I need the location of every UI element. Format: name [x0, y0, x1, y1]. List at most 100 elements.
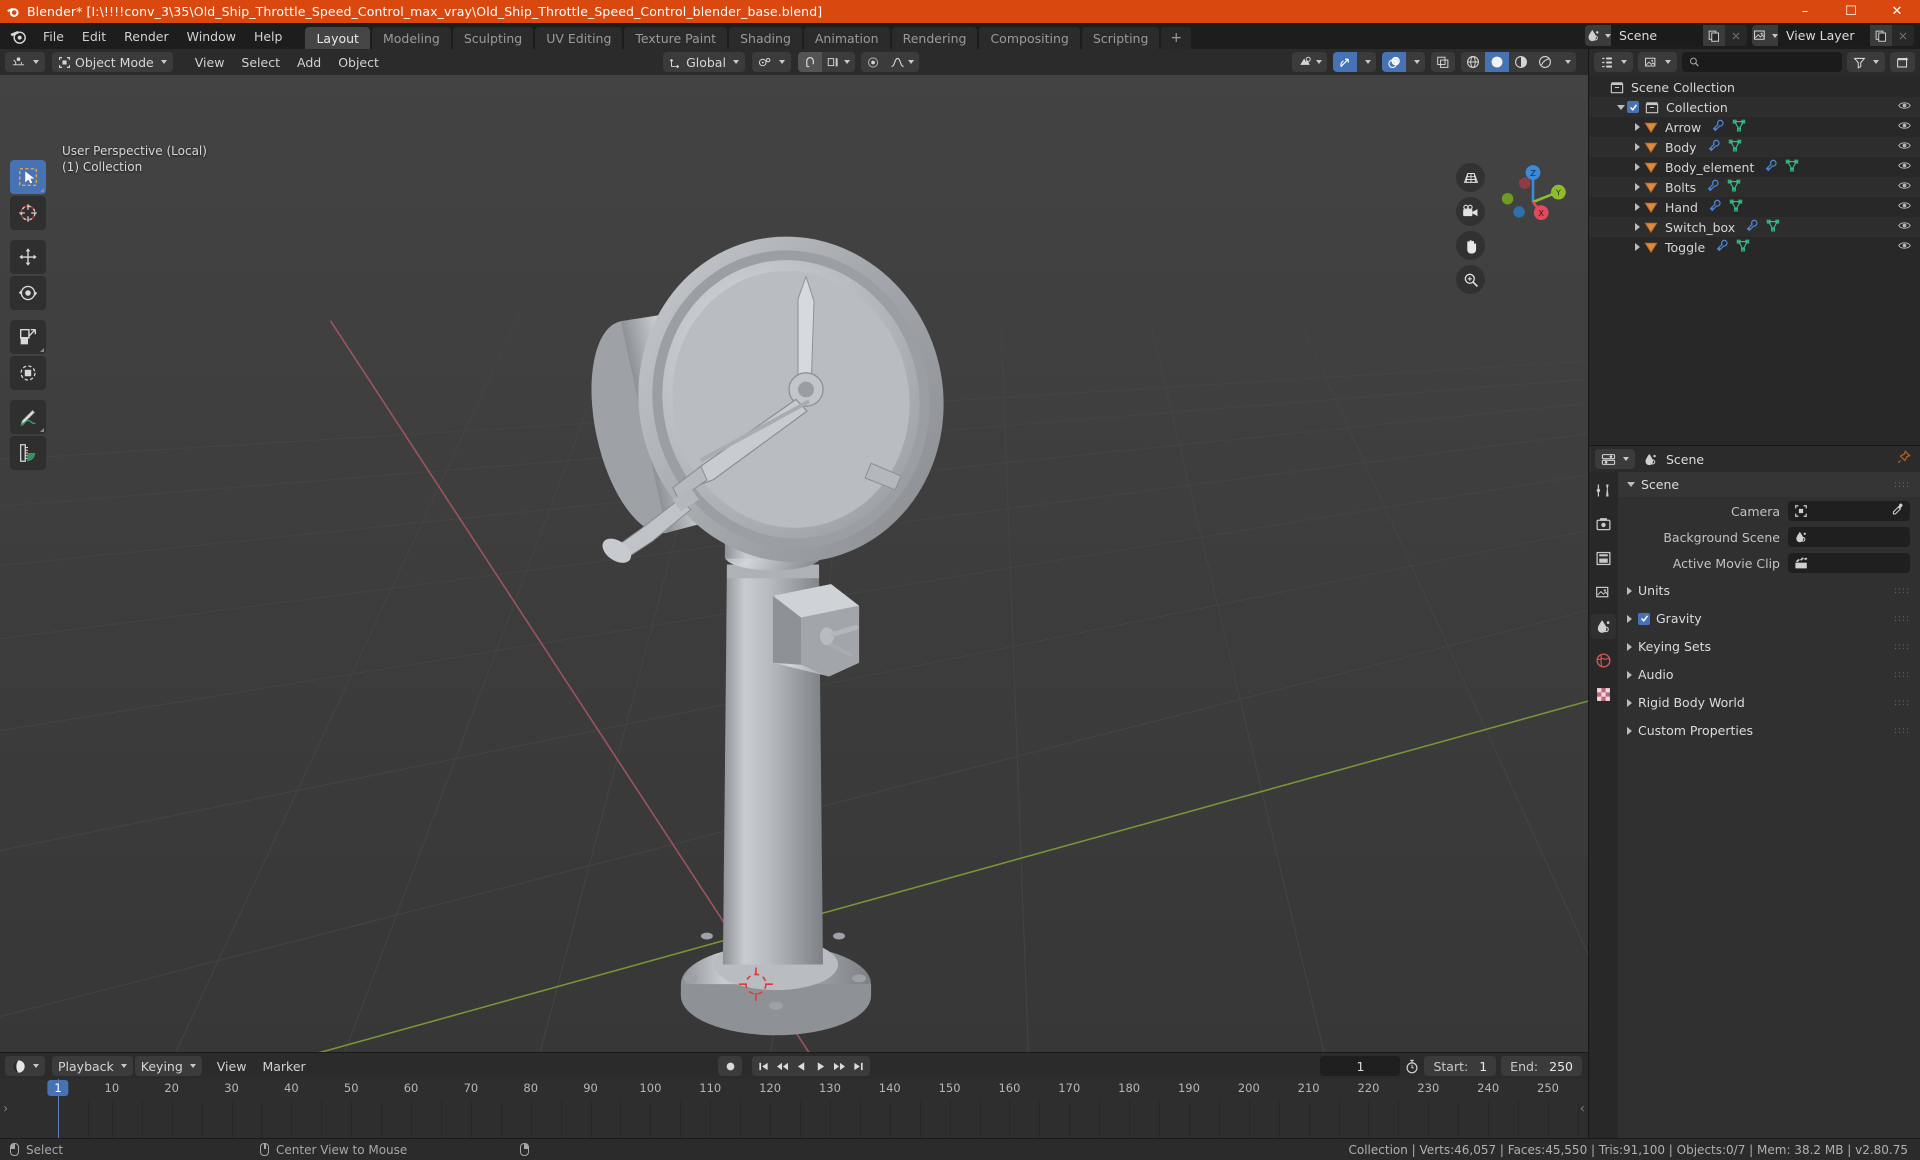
- properties-panel-gravity[interactable]: Gravity::::: [1618, 606, 1920, 631]
- timeline-menu-marker[interactable]: Marker: [254, 1056, 313, 1077]
- properties-panel-keying-sets[interactable]: Keying Sets::::: [1618, 634, 1920, 659]
- wrench-icon[interactable]: [1708, 139, 1721, 155]
- viewport-menu-add[interactable]: Add: [289, 52, 329, 73]
- tab-modeling[interactable]: Modeling: [371, 27, 451, 49]
- snap-target-selector[interactable]: [822, 52, 855, 72]
- properties-editor-type-button[interactable]: [1595, 449, 1635, 469]
- tab-uv-editing[interactable]: UV Editing: [535, 27, 623, 49]
- background-scene-field[interactable]: [1788, 527, 1910, 547]
- outliner-tree[interactable]: Scene Collection Collection Arrow Body Body_…: [1589, 75, 1920, 445]
- mesh-data-icon[interactable]: [1729, 199, 1743, 215]
- timeline-right-arrow[interactable]: ‹: [1580, 1101, 1585, 1116]
- properties-tab-world[interactable]: [1591, 648, 1616, 673]
- current-frame-field[interactable]: 1: [1320, 1056, 1401, 1076]
- hand-icon[interactable]: [1456, 231, 1485, 260]
- material-preview-button[interactable]: [1509, 52, 1533, 72]
- zoom-icon[interactable]: [1456, 265, 1485, 294]
- outliner-row-body-element[interactable]: Body_element: [1589, 157, 1920, 177]
- proportional-edit-toggle[interactable]: [861, 52, 885, 72]
- mesh-data-icon[interactable]: [1732, 119, 1746, 135]
- panel-drag-handle[interactable]: ::::: [1894, 670, 1910, 679]
- auto-keying-button[interactable]: [718, 1056, 742, 1076]
- hide-in-viewport-icon[interactable]: [1898, 99, 1911, 115]
- viewport-menu-view[interactable]: View: [187, 52, 233, 73]
- blender-menu-icon[interactable]: [8, 26, 28, 46]
- panel-enable-checkbox[interactable]: [1638, 611, 1650, 626]
- expand-toggle[interactable]: [1631, 203, 1644, 211]
- outliner-row-collection[interactable]: Collection: [1589, 97, 1920, 117]
- eyedropper-icon[interactable]: [1891, 503, 1904, 520]
- play-reverse-button[interactable]: [792, 1056, 811, 1076]
- pivot-point-selector[interactable]: [751, 52, 791, 72]
- wrench-icon[interactable]: [1716, 239, 1729, 255]
- panel-drag-handle[interactable]: ::::: [1894, 726, 1910, 735]
- mesh-data-icon[interactable]: [1728, 139, 1742, 155]
- scene-selector[interactable]: Scene: [1585, 25, 1747, 46]
- scene-name[interactable]: Scene: [1611, 25, 1703, 46]
- expand-toggle[interactable]: [1631, 183, 1644, 191]
- timeline-ruler[interactable]: 10 20 30 40 50 60 70 80 90 100 110 120 130 140 150 160 1…: [0, 1079, 1588, 1101]
- outliner-row-bolts[interactable]: Bolts: [1589, 177, 1920, 197]
- maximize-button[interactable]: ☐: [1828, 0, 1874, 23]
- tool-cursor[interactable]: [10, 196, 46, 230]
- snap-toggle[interactable]: [797, 52, 822, 72]
- wrench-icon[interactable]: [1707, 179, 1720, 195]
- solid-shading-button[interactable]: [1485, 52, 1509, 72]
- expand-toggle[interactable]: [1631, 123, 1644, 131]
- outliner-search-input[interactable]: [1704, 55, 1835, 69]
- jump-to-start-button[interactable]: [754, 1056, 773, 1076]
- tool-measure[interactable]: [10, 436, 46, 470]
- menu-window[interactable]: Window: [178, 26, 245, 47]
- tool-scale[interactable]: [10, 320, 46, 354]
- navigation-gizmo[interactable]: Z Y X: [1492, 161, 1574, 243]
- wrench-icon[interactable]: [1765, 159, 1778, 175]
- mesh-data-icon[interactable]: [1766, 219, 1780, 235]
- grid-icon[interactable]: [1456, 163, 1485, 192]
- tab-compositing[interactable]: Compositing: [979, 27, 1080, 49]
- properties-tab-render[interactable]: [1591, 512, 1616, 537]
- tab-shading[interactable]: Shading: [729, 27, 802, 49]
- properties-tab-tool[interactable]: [1591, 478, 1616, 503]
- properties-tab-view-layer[interactable]: [1591, 580, 1616, 605]
- remove-view-layer-button[interactable]: [1892, 25, 1914, 46]
- overlay-options-dropdown[interactable]: [1406, 52, 1425, 72]
- tab-scripting[interactable]: Scripting: [1081, 27, 1160, 49]
- panel-drag-handle[interactable]: ::::: [1894, 698, 1910, 707]
- wrench-icon[interactable]: [1709, 199, 1722, 215]
- hide-in-viewport-icon[interactable]: [1898, 119, 1911, 135]
- view-layer-selector[interactable]: View Layer: [1752, 25, 1914, 46]
- tab-texture-paint[interactable]: Texture Paint: [624, 27, 728, 49]
- panel-drag-handle[interactable]: ::::: [1894, 614, 1910, 623]
- menu-edit[interactable]: Edit: [73, 26, 115, 47]
- end-frame-field[interactable]: End: 250: [1501, 1056, 1582, 1076]
- tool-move[interactable]: [10, 240, 46, 274]
- active-movie-clip-field[interactable]: [1788, 553, 1910, 573]
- expand-toggle[interactable]: [1631, 163, 1644, 171]
- new-scene-button[interactable]: [1703, 25, 1725, 46]
- timeline-editor-type-button[interactable]: [5, 1056, 45, 1076]
- collection-checkbox[interactable]: [1627, 100, 1639, 115]
- tab-sculpting[interactable]: Sculpting: [452, 27, 534, 49]
- next-keyframe-button[interactable]: [830, 1056, 849, 1076]
- camera-field[interactable]: [1788, 501, 1910, 521]
- timeline-menu-view[interactable]: View: [209, 1056, 255, 1077]
- gizmo-options-dropdown[interactable]: [1357, 52, 1376, 72]
- filter-button[interactable]: [1847, 52, 1885, 72]
- close-button[interactable]: ✕: [1874, 0, 1920, 23]
- show-overlays-toggle[interactable]: [1382, 52, 1406, 72]
- panel-drag-handle[interactable]: ::::: [1894, 642, 1910, 651]
- tool-transform[interactable]: [10, 356, 46, 390]
- tool-rotate[interactable]: [10, 276, 46, 310]
- outliner-editor-type-button[interactable]: [1594, 52, 1633, 72]
- falloff-type-selector[interactable]: [885, 52, 919, 72]
- viewport-menu-select[interactable]: Select: [233, 52, 288, 73]
- panel-drag-handle[interactable]: ::::: [1894, 480, 1910, 489]
- hide-in-viewport-icon[interactable]: [1898, 139, 1911, 155]
- editor-type-button[interactable]: [5, 52, 45, 72]
- start-frame-field[interactable]: Start: 1: [1424, 1056, 1497, 1076]
- tool-annotate[interactable]: [10, 400, 46, 434]
- outliner-row-body[interactable]: Body: [1589, 137, 1920, 157]
- rendered-shading-button[interactable]: [1533, 52, 1557, 72]
- properties-panel-units[interactable]: Units::::: [1618, 578, 1920, 603]
- menu-render[interactable]: Render: [115, 26, 178, 47]
